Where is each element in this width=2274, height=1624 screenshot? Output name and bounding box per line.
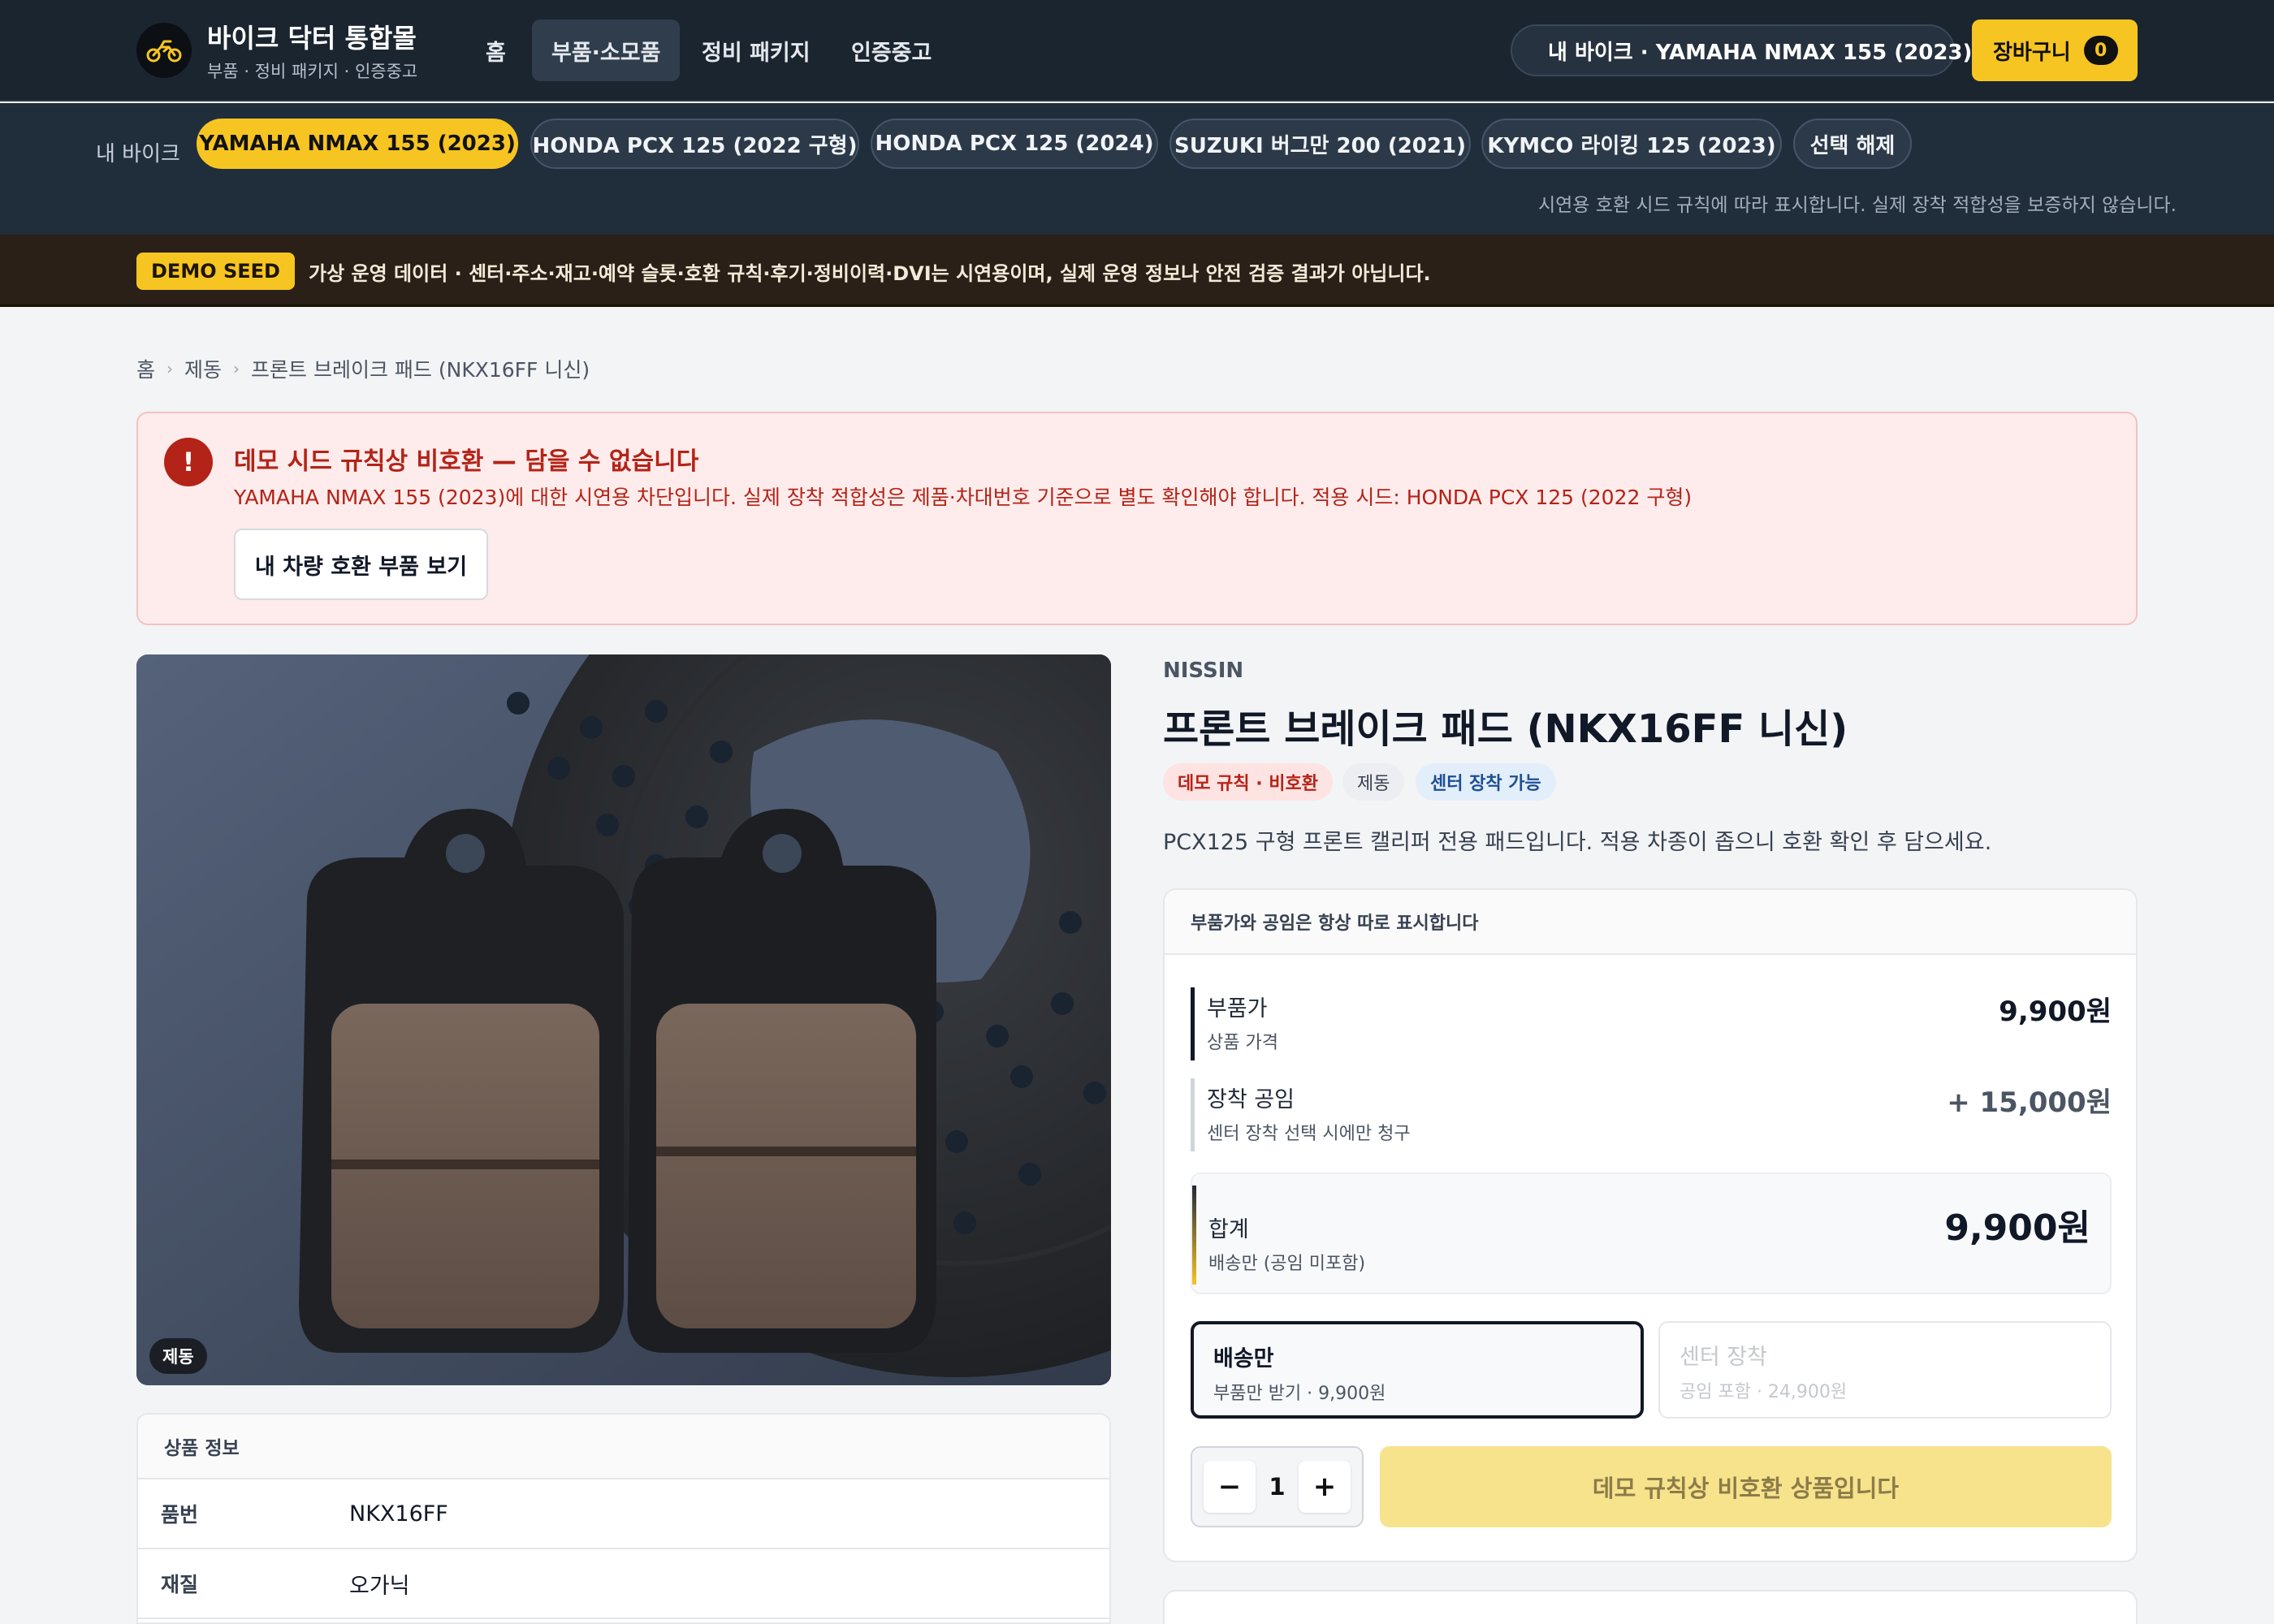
spec-key: 재질 [161, 1573, 199, 1596]
price-card-header: 부품가와 공임은 항상 따로 표시합니다 [1165, 890, 2136, 955]
incompatible-badge: 데모 규칙 · 비호환 [1163, 763, 1334, 801]
bike-selector-bar: 내 바이크 YAMAHA NMAX 155 (2023) HONDA PCX 1… [0, 103, 2274, 235]
labor-price-row: 장착 공임 센터 장착 선택 시에만 청구 + 15,000원 [1191, 1078, 2112, 1151]
breadcrumb: 홈 › 제동 › 프론트 브레이크 패드 (NKX16FF 니신) [136, 354, 590, 383]
compatibility-disclaimer: 시연용 호환 시드 규칙에 따라 표시합니다. 실제 장착 적합성을 보증하지 … [1537, 195, 2177, 216]
product-title: 프론트 브레이크 패드 (NKX16FF 니신) [1163, 706, 1848, 752]
labor-label: 장착 공임 [1207, 1087, 1295, 1112]
total-sub: 배송만 (공임 미포함) [1208, 1254, 1366, 1274]
nav-maintenance-package[interactable]: 정비 패키지 [682, 19, 830, 81]
option-title: 센터 장착 [1680, 1345, 1767, 1370]
bike-chip-suzuki-burgman-200[interactable]: SUZUKI 버그만 200 (2021) [1169, 119, 1471, 169]
product-brand[interactable]: NISSIN [1163, 659, 1243, 683]
bike-chip-kymco-like-125[interactable]: KYMCO 라이킹 125 (2023) [1481, 119, 1782, 169]
top-header: 바이크 닥터 통합몰 부품 · 정비 패키지 · 인증중고 홈 부품·소모품 정… [0, 0, 2274, 102]
category-badge: 제동 [1342, 763, 1405, 801]
labor-value: + 15,000원 [1947, 1086, 2112, 1119]
demo-seed-text: 가상 운영 데이터 · 센터·주소·재고·예약 슬롯·호환 규칙·후기·정비이력… [309, 261, 1431, 285]
bike-selector-label: 내 바이크 [96, 141, 180, 166]
incompatibility-alert: ! 데모 시드 규칙상 비호환 — 담을 수 없습니다 YAMAHA NMAX … [136, 412, 2138, 625]
bike-chip-honda-pcx-2024[interactable]: HONDA PCX 125 (2024) [871, 119, 1158, 169]
nav-parts[interactable]: 부품·소모품 [532, 19, 681, 81]
option-shipping-only[interactable]: 배송만 부품만 받기 · 9,900원 [1191, 1321, 1644, 1419]
cart-count-badge: 0 [2083, 36, 2118, 65]
brand-subtitle: 부품 · 정비 패키지 · 인증중고 [207, 62, 418, 81]
chevron-right-icon: › [233, 359, 240, 378]
demo-seed-badge: DEMO SEED [136, 253, 295, 290]
price-card: 부품가와 공임은 항상 따로 표시합니다 부품가 상품 가격 9,900원 장착… [1163, 888, 2138, 1562]
center-install-badge: 센터 장착 가능 [1416, 763, 1556, 801]
brand-title[interactable]: 바이크 닥터 통합몰 [207, 18, 417, 55]
breadcrumb-current: 프론트 브레이크 패드 (NKX16FF 니신) [251, 358, 590, 382]
next-section-card [1163, 1590, 2138, 1624]
quantity-minus-button[interactable]: − [1204, 1461, 1256, 1513]
part-price-value: 9,900원 [1999, 996, 2112, 1028]
product-image[interactable]: 제동 [136, 654, 1111, 1385]
table-row: 재질 오가닉 [138, 1549, 1109, 1619]
labor-sub: 센터 장착 선택 시에만 청구 [1207, 1124, 1411, 1144]
product-info-table: 상품 정보 품번 NKX16FF 재질 오가닉 [136, 1413, 1111, 1624]
table-row: 품번 NKX16FF [138, 1479, 1109, 1549]
brake-pad-photo [136, 654, 1111, 1385]
breadcrumb-home[interactable]: 홈 [136, 354, 155, 383]
total-label: 합계 [1208, 1217, 1249, 1242]
motorcycle-icon [146, 40, 182, 63]
logo[interactable] [136, 23, 192, 78]
spec-value: NKX16FF [349, 1501, 448, 1527]
total-box: 합계 배송만 (공임 미포함) 9,900원 [1191, 1173, 2112, 1294]
product-description: PCX125 구형 프론트 캘리퍼 전용 패드입니다. 적용 차종이 좁으니 호… [1163, 830, 1992, 855]
nav-home[interactable]: 홈 [466, 19, 525, 81]
bike-chip-yamaha-nmax-155[interactable]: YAMAHA NMAX 155 (2023) [197, 119, 518, 169]
bike-chip-honda-pcx-2022[interactable]: HONDA PCX 125 (2022 구형) [530, 119, 859, 169]
part-price-label: 부품가 [1207, 996, 1268, 1021]
part-price-row: 부품가 상품 가격 9,900원 [1191, 987, 2112, 1060]
image-category-tag: 제동 [149, 1338, 207, 1374]
chevron-right-icon: › [166, 359, 174, 378]
breadcrumb-category[interactable]: 제동 [184, 354, 222, 383]
option-sub: 부품만 받기 · 9,900원 [1213, 1384, 1386, 1404]
product-info-title: 상품 정보 [138, 1415, 1109, 1479]
quantity-stepper: 1 − + [1191, 1446, 1364, 1527]
total-value: 9,900원 [1944, 1207, 2090, 1249]
spec-value: 오가닉 [349, 1573, 410, 1599]
view-compatible-parts-button[interactable]: 내 차량 호환 부품 보기 [234, 529, 488, 600]
nav-certified-used[interactable]: 인증중고 [832, 19, 951, 81]
alert-description: YAMAHA NMAX 155 (2023)에 대한 시연용 차단입니다. 실제… [234, 486, 1693, 509]
cart-label: 장바구니 [1993, 40, 2071, 65]
demo-seed-banner: DEMO SEED 가상 운영 데이터 · 센터·주소·재고·예약 슬롯·호환 … [0, 235, 2274, 307]
alert-title: 데모 시드 규칙상 비호환 — 담을 수 없습니다 [234, 447, 699, 476]
my-bike-pill[interactable]: 내 바이크 · YAMAHA NMAX 155 (2023) [1511, 24, 1972, 76]
option-center-install[interactable]: 센터 장착 공임 포함 · 24,900원 [1658, 1321, 2112, 1419]
clear-selection-button[interactable]: 선택 해제 [1793, 119, 1912, 169]
quantity-plus-button[interactable]: + [1299, 1461, 1351, 1513]
option-sub: 공임 포함 · 24,900원 [1680, 1382, 1848, 1402]
part-price-sub: 상품 가격 [1207, 1033, 1278, 1053]
alert-icon: ! [164, 438, 213, 486]
spec-key: 품번 [161, 1503, 199, 1527]
my-bike-label: 내 바이크 · YAMAHA NMAX 155 (2023) [1548, 40, 1973, 65]
cart-button[interactable]: 장바구니 0 [1972, 19, 2138, 81]
option-title: 배송만 [1213, 1346, 1274, 1371]
add-to-cart-button[interactable]: 데모 규칙상 비호환 상품입니다 [1380, 1446, 2112, 1527]
